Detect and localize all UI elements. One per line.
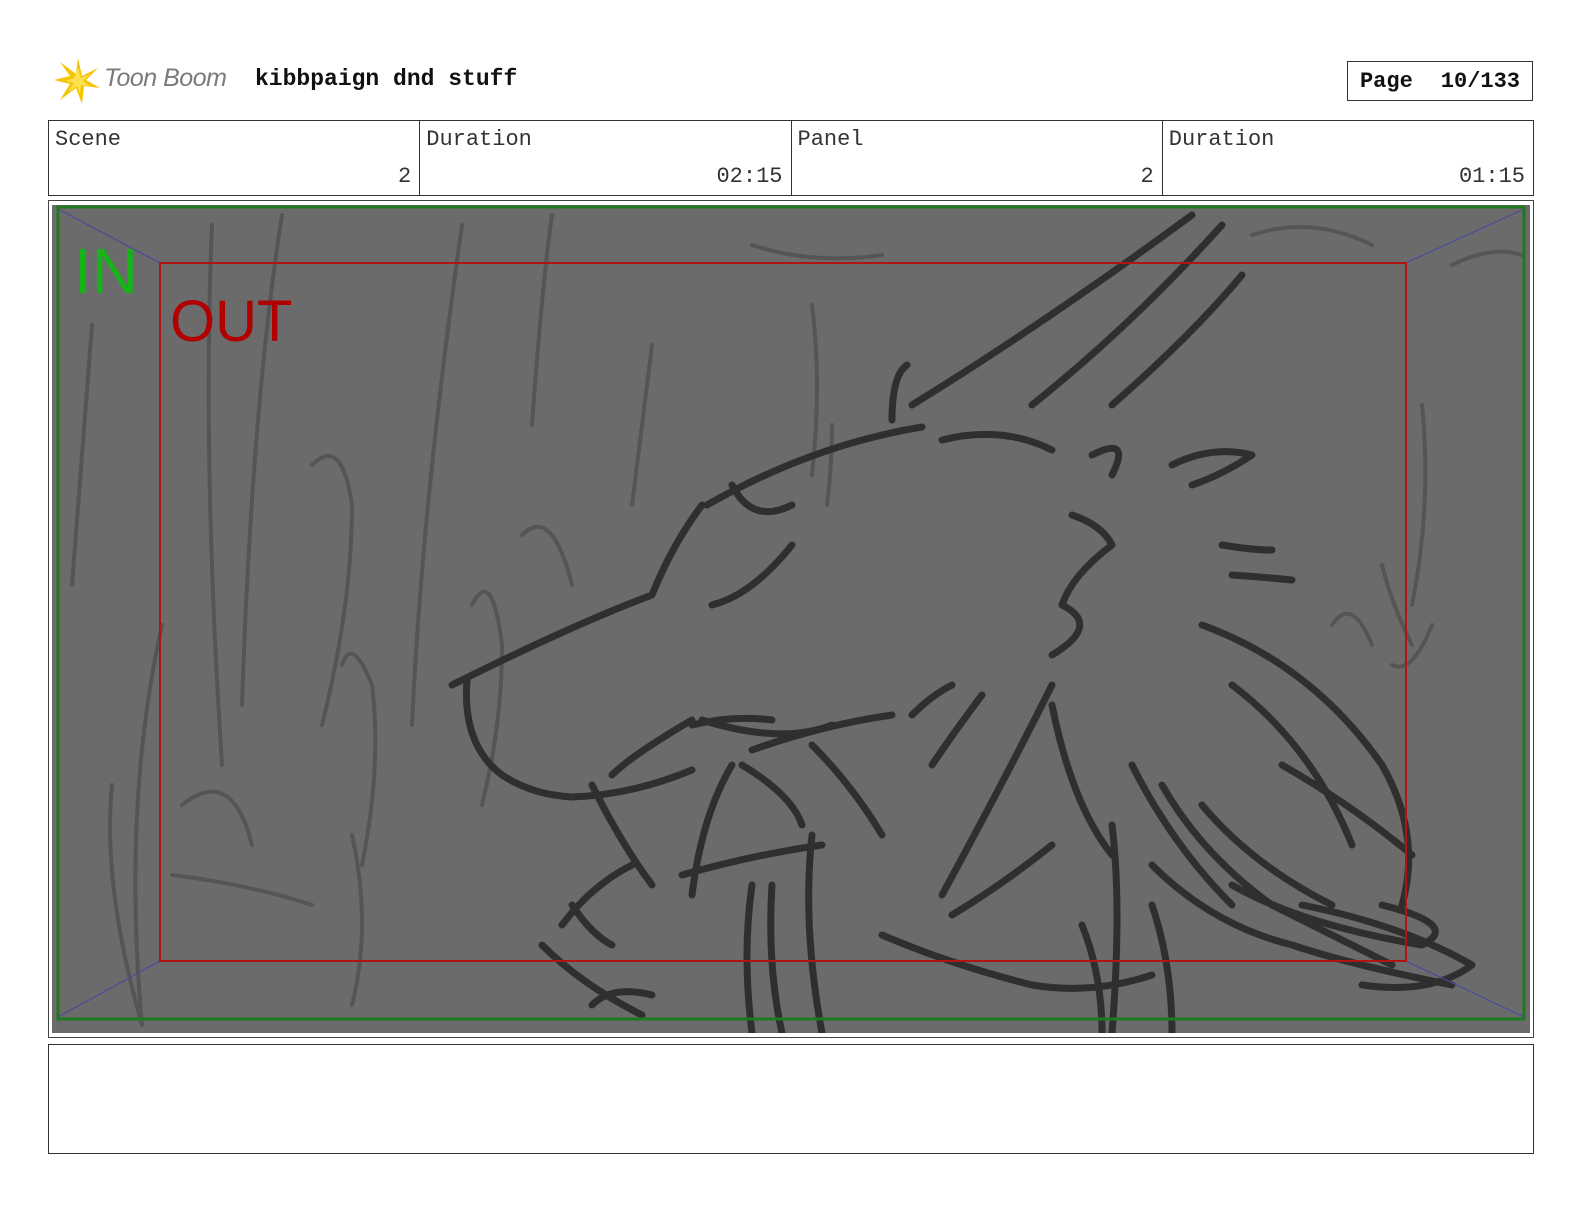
scene-label: Scene [55,127,122,152]
scene-value: 2 [398,164,412,189]
page-label: Page [1359,68,1413,94]
scene-cell: Scene 2 [49,121,421,195]
logo-text: Toon Boom [104,64,227,92]
panel-duration-cell: Duration 01:15 [1163,121,1533,195]
scene-duration-label: Duration [426,127,532,152]
panel-sketch: IN OUT [52,205,1530,1033]
notes-box[interactable] [48,1044,1534,1154]
panel-label: Panel [797,127,864,152]
panel-value: 2 [1140,164,1154,189]
panel-cell: Panel 2 [792,121,1163,195]
in-label: IN [74,235,138,307]
page-number: 10/133 [1440,68,1521,94]
panel-duration-label: Duration [1168,127,1275,152]
page-indicator: Page 10/133 [1347,61,1533,101]
panel-info-table: Scene 2 Duration 02:15 Panel 2 Duration … [48,120,1534,196]
out-label: OUT [170,289,292,354]
scene-duration-value: 02:15 [716,164,783,189]
project-title: kibbpaign dnd stuff [255,66,518,92]
storyboard-panel-image: IN OUT [52,205,1530,1033]
panel-duration-value: 01:15 [1458,164,1525,189]
scene-duration-cell: Duration 02:15 [420,121,792,195]
